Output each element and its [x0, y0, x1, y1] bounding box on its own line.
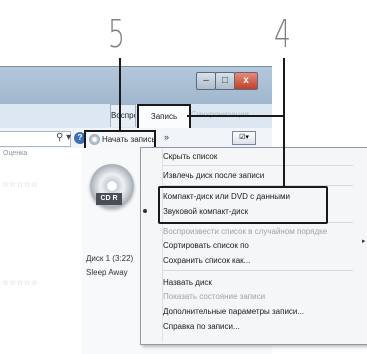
callout-line-5 [119, 58, 121, 130]
menu-item-sort-list[interactable]: Сортировать список по [163, 240, 249, 251]
disc-info: Диск 1 (3:22) Sleep Away [86, 252, 133, 280]
tab-burn[interactable]: Запись [137, 104, 191, 130]
menu-item-show-burn-status: Показать состояние записи [163, 292, 266, 301]
menu-item-burn-help[interactable]: Справка по записи... [163, 321, 240, 332]
close-button[interactable]: x [234, 72, 258, 90]
menu-item-shuffle-list: Воспроизвести список в случайном порядке [163, 227, 328, 236]
rating-stars[interactable]: ☆☆☆☆☆ [2, 180, 38, 189]
search-icon[interactable]: ⚲ ▾ [56, 131, 71, 145]
burn-disc-icon [89, 134, 100, 145]
menu-item-name-disc[interactable]: Назвать диск [163, 277, 212, 288]
list-options-button[interactable]: ☑▾ [232, 131, 256, 145]
selected-bullet-icon [143, 209, 147, 213]
window-controls: – □ x [196, 72, 258, 90]
menu-item-more-burn-options[interactable]: Дополнительные параметры записи... [163, 306, 304, 317]
callout-line-4-to-tab [187, 115, 283, 117]
track-title[interactable]: Sleep Away [86, 266, 133, 280]
disc-title: Диск 1 (3:22) [86, 254, 134, 263]
tab-play[interactable]: Воспроизведение [110, 104, 136, 127]
rating-stars[interactable]: ☆☆☆☆☆ [2, 278, 38, 287]
minimize-button[interactable]: – [196, 72, 216, 90]
start-burn-label: Начать запись [102, 135, 156, 144]
callout-number-4: 4 [274, 12, 291, 56]
maximize-button[interactable]: □ [215, 72, 235, 90]
menu-separator [163, 165, 353, 166]
disc-type-highlight [158, 186, 328, 224]
more-commands-icon[interactable]: » [164, 132, 169, 142]
library-pane [0, 148, 83, 354]
submenu-arrow-icon: ▸ [362, 238, 366, 245]
menu-item-eject-after-burn[interactable]: Извлечь диск после записи [163, 170, 264, 181]
cd-type-label: CD R [96, 193, 122, 205]
menu-item-hide-list[interactable]: Скрыть список [163, 151, 217, 162]
menu-separator [163, 270, 353, 271]
rating-column-header[interactable]: Оценка [3, 150, 27, 157]
callout-line-4-to-box [274, 186, 284, 188]
callout-line-4 [283, 58, 285, 188]
callout-number-5: 5 [108, 12, 125, 56]
menu-item-save-list-as[interactable]: Сохранить список как... [163, 255, 250, 266]
